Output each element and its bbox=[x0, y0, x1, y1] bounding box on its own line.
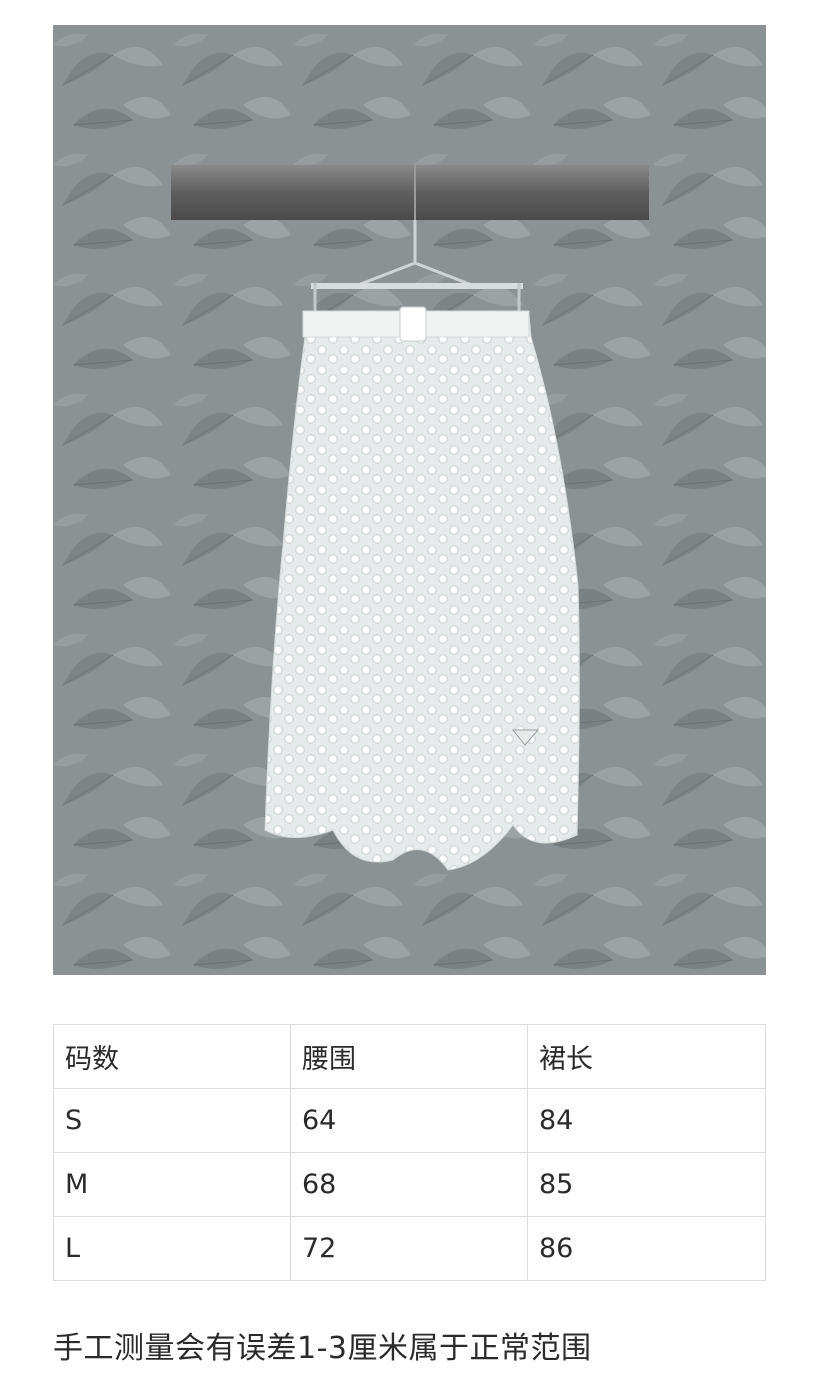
size-table: 码数 腰围 裙长 S 64 84 M 68 85 L 72 86 bbox=[53, 1024, 766, 1281]
table-cell: 68 bbox=[290, 1152, 528, 1217]
table-row: S 64 84 bbox=[53, 1088, 766, 1153]
table-cell: S bbox=[53, 1088, 291, 1153]
belt-buckle bbox=[399, 306, 427, 342]
product-photo bbox=[53, 25, 766, 975]
white-lace-skirt bbox=[264, 306, 580, 871]
measurement-note: 手工测量会有误差1-3厘米属于正常范围 bbox=[53, 1331, 592, 1366]
table-row: M 68 85 bbox=[53, 1152, 766, 1217]
header-cell: 码数 bbox=[53, 1024, 291, 1089]
table-cell: 86 bbox=[527, 1216, 766, 1281]
product-detail-page: 码数 腰围 裙长 S 64 84 M 68 85 L 72 86 手工测量会有误… bbox=[0, 0, 819, 1385]
header-cell: 裙长 bbox=[527, 1024, 766, 1089]
hanging-rail bbox=[171, 165, 649, 220]
table-cell: 85 bbox=[527, 1152, 766, 1217]
skirt-on-hanger-image bbox=[53, 25, 766, 975]
table-cell: 84 bbox=[527, 1088, 766, 1153]
table-header-row: 码数 腰围 裙长 bbox=[53, 1024, 766, 1089]
table-cell: M bbox=[53, 1152, 291, 1217]
header-cell: 腰围 bbox=[290, 1024, 528, 1089]
table-cell: 64 bbox=[290, 1088, 528, 1153]
table-cell: 72 bbox=[290, 1216, 528, 1281]
table-cell: L bbox=[53, 1216, 291, 1281]
table-row: L 72 86 bbox=[53, 1216, 766, 1281]
